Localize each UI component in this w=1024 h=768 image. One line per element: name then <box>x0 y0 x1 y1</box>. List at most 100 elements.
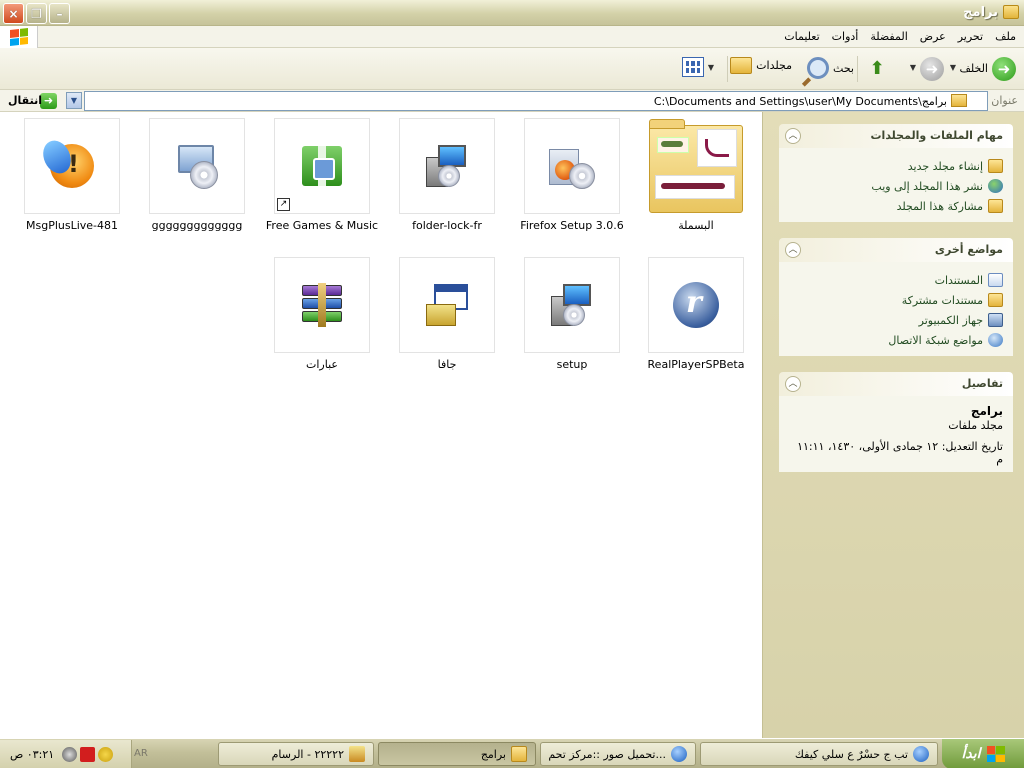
file-item[interactable]: MsgPlusLive-481 <box>10 118 134 232</box>
internet-explorer-icon <box>913 746 929 762</box>
place-my-computer[interactable]: جهاز الكمبيوتر <box>789 310 1003 330</box>
realplayer-icon <box>648 257 744 353</box>
collapse-chevron-icon[interactable]: ︿ <box>785 128 801 144</box>
paint-icon <box>349 746 365 762</box>
firefox-setup-icon <box>524 118 620 214</box>
views-dropdown-icon: ▼ <box>707 62 714 72</box>
toolbar: ➜ الخلف ▼ ➜ ▼ ⬆ بحث مجلدات ▼ <box>0 48 1024 90</box>
file-label: ggggggggggggg <box>151 219 243 232</box>
security-shield-icon[interactable] <box>98 747 113 762</box>
window-title: برامج <box>963 5 998 20</box>
installer-icon <box>399 118 495 214</box>
taskbar-item[interactable]: تب ج حسْرٌ ع سلي كيفك <box>700 742 938 766</box>
views-button[interactable]: ▼ <box>681 57 714 77</box>
task-publish-web[interactable]: نشر هذا المجلد إلى ويب <box>789 176 1003 196</box>
forward-arrow-icon: ➜ <box>920 57 944 81</box>
collapse-chevron-icon[interactable]: ︿ <box>785 376 801 392</box>
place-my-documents[interactable]: المستندات <box>789 270 1003 290</box>
search-icon <box>807 57 830 79</box>
folder-icon <box>1003 5 1019 19</box>
panel-title: تفاصيل <box>961 377 1003 390</box>
panel-title: مواضع أخرى <box>934 243 1003 256</box>
restore-button[interactable]: ❐ <box>26 3 47 24</box>
toolbar-separator <box>727 56 728 82</box>
file-item[interactable]: ggggggggggggg <box>135 118 259 232</box>
shortcut-arrow-icon: ↗ <box>277 198 290 211</box>
menu-bar: ملف تحرير عرض المفضلة أدوات تعليمات <box>0 26 1024 48</box>
forward-dropdown-icon[interactable]: ▼ <box>910 63 916 72</box>
back-button[interactable]: ➜ <box>992 57 1016 81</box>
details-name: برامج <box>970 404 1003 418</box>
views-icon <box>681 57 704 77</box>
minimize-button[interactable]: – <box>49 3 70 24</box>
internet-explorer-icon <box>671 746 687 762</box>
forward-button[interactable]: ➜ <box>920 57 944 81</box>
menu-view[interactable]: عرض <box>920 30 946 43</box>
folder-icon <box>988 293 1003 307</box>
search-button[interactable]: بحث <box>807 57 854 79</box>
file-item[interactable]: جافا <box>385 257 509 371</box>
menu-tools[interactable]: أدوات <box>832 30 859 43</box>
go-button[interactable]: انتقال <box>8 94 42 107</box>
place-network[interactable]: مواضع شبكة الاتصال <box>789 330 1003 350</box>
file-label: setup <box>556 358 588 371</box>
go-arrow-icon[interactable]: ➜ <box>40 93 57 109</box>
computer-cd-icon <box>149 118 245 214</box>
globe-icon <box>988 179 1003 193</box>
details-type: مجلد ملفات <box>948 419 1003 432</box>
gift-icon: ↗ <box>274 118 370 214</box>
menu-file[interactable]: ملف <box>995 30 1016 43</box>
file-item[interactable]: عبارات <box>260 257 384 371</box>
file-label: البسملة <box>678 219 714 232</box>
address-dropdown-icon[interactable]: ▼ <box>66 92 82 109</box>
panel-header[interactable]: ︿ تفاصيل <box>779 372 1013 396</box>
tray-app-icon[interactable] <box>62 747 77 762</box>
file-label: Firefox Setup 3.0.6 <box>520 219 624 232</box>
computer-icon <box>988 313 1003 327</box>
close-button[interactable]: × <box>3 3 24 24</box>
menu-edit[interactable]: تحرير <box>958 30 983 43</box>
file-item[interactable]: ↗ Free Games & Music <box>260 118 384 232</box>
file-label: جافا <box>437 358 457 371</box>
panel-header[interactable]: ︿ مواضع أخرى <box>779 238 1013 262</box>
title-bar: × ❐ – برامج <box>0 0 1024 26</box>
start-button[interactable]: ابدأ <box>942 739 1024 768</box>
panel-header[interactable]: ︿ مهام الملفات والمجلدات <box>779 124 1013 148</box>
file-item[interactable]: البسملة <box>634 118 758 232</box>
taskbar-item-active[interactable]: برامج <box>378 742 536 766</box>
toolbar-separator <box>857 56 858 82</box>
place-shared-documents[interactable]: مستندات مشتركة <box>789 290 1003 310</box>
up-button[interactable]: ⬆ <box>866 57 888 79</box>
folder-up-icon: ⬆ <box>869 57 885 79</box>
back-label[interactable]: الخلف <box>959 62 988 75</box>
collapse-chevron-icon[interactable]: ︿ <box>785 242 801 258</box>
taskbar-item[interactable]: تحميل صور ::مركز تحم... <box>540 742 696 766</box>
file-item[interactable]: Firefox Setup 3.0.6 <box>510 118 634 232</box>
antivirus-icon[interactable] <box>80 747 95 762</box>
file-label: MsgPlusLive-481 <box>25 219 119 232</box>
winrar-icon <box>274 257 370 353</box>
folders-button[interactable]: مجلدات <box>730 57 792 74</box>
address-input[interactable]: C:\Documents and Settings\user\My Docume… <box>84 91 988 111</box>
language-indicator[interactable]: AR <box>134 748 148 759</box>
file-item[interactable]: folder-lock-fr <box>385 118 509 232</box>
task-share-folder[interactable]: مشاركة هذا المجلد <box>789 196 1003 216</box>
clock[interactable]: ٠٣:٢١ ص <box>10 748 54 761</box>
details-date: تاريخ التعديل: ١٢ جمادى الأولى، ١٤٣٠، ١١… <box>797 440 1003 466</box>
file-label: folder-lock-fr <box>412 219 482 232</box>
file-list: البسملة Firefox Setup 3.0.6 folder-lock-… <box>0 112 762 738</box>
windows-logo-icon <box>0 26 38 48</box>
task-new-folder[interactable]: إنشاء مجلد جديد <box>789 156 1003 176</box>
documents-icon <box>988 273 1003 287</box>
new-folder-icon <box>988 159 1003 173</box>
menu-favorites[interactable]: المفضلة <box>870 30 907 43</box>
file-label: عبارات <box>306 358 338 371</box>
network-icon <box>988 333 1003 347</box>
back-dropdown-icon[interactable]: ▼ <box>950 63 956 72</box>
folder-thumbnail-icon <box>648 118 744 214</box>
installer-icon <box>524 257 620 353</box>
taskbar-item[interactable]: ٢٢٢٢٢ - الرسام <box>218 742 374 766</box>
file-item[interactable]: setup <box>510 257 634 371</box>
file-item[interactable]: RealPlayerSPBeta <box>634 257 758 371</box>
menu-help[interactable]: تعليمات <box>784 30 819 43</box>
